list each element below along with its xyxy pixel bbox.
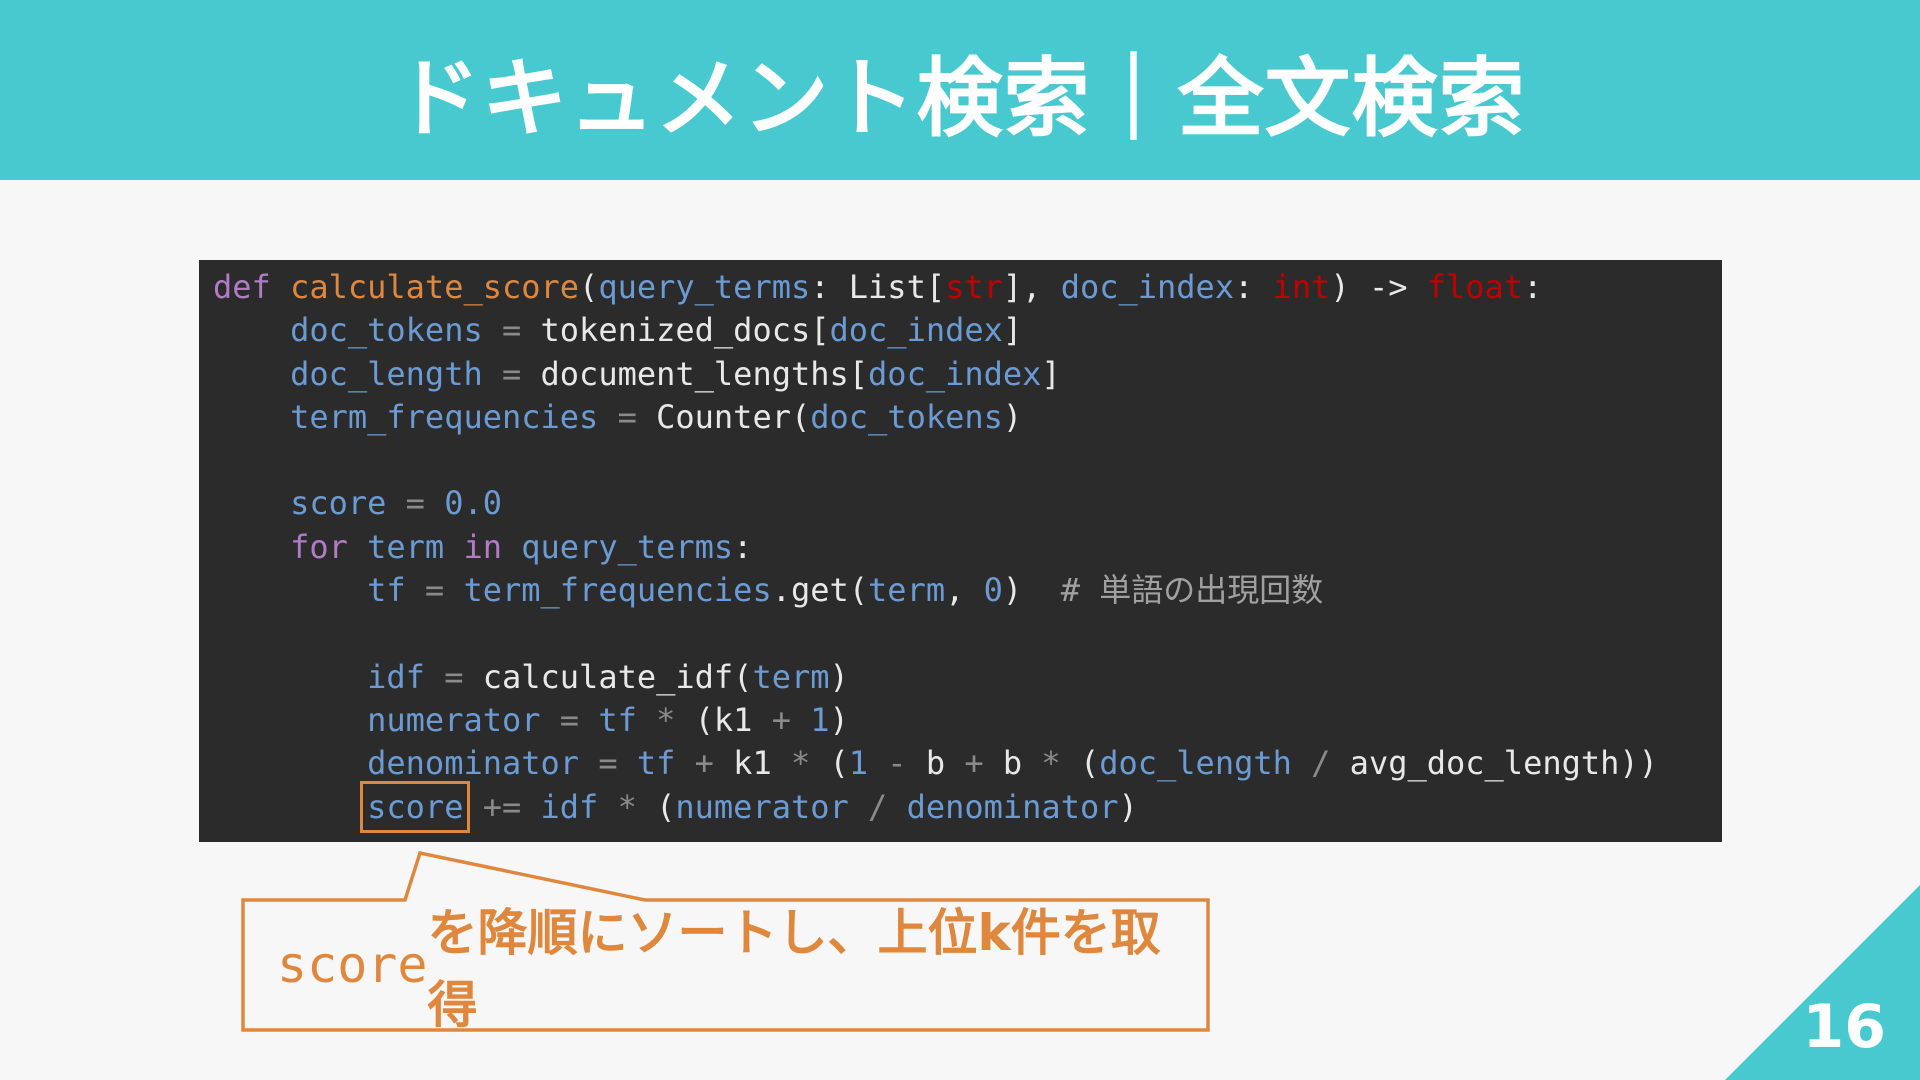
code-line: term_frequencies = Counter(doc_tokens) [290, 397, 1023, 436]
code-line: doc_length = document_lengths[doc_index] [290, 354, 1061, 393]
code-line: numerator = tf * (k1 + 1) [367, 700, 849, 739]
code-line: for term in query_terms: [290, 527, 753, 566]
code-line: denominator = tf + k1 * (1 - b + b * (do… [367, 744, 1658, 783]
code-line: def calculate_score(query_terms: List[st… [213, 268, 1543, 306]
slide-header: ドキュメント検索｜全文検索 [0, 0, 1920, 180]
page-number: 16 [1802, 992, 1887, 1062]
code-line: score += idf * (numerator / denominator) [360, 780, 1138, 833]
slide-title: ドキュメント検索｜全文検索 [394, 48, 1526, 149]
highlighted-score-token: score [360, 780, 471, 833]
callout-description: を降順にソートし、上位k件を取得 [427, 904, 1161, 1034]
code-line: score = 0.0 [290, 484, 502, 523]
callout-text: score を降順にソートし、上位k件を取得 [243, 900, 1208, 1034]
code-line: tf = term_frequencies.get(term, 0) # 単語の… [367, 571, 1324, 610]
code-line: idf = calculate_idf(term) [367, 657, 849, 696]
callout-code-term: score [277, 936, 428, 994]
code-line: doc_tokens = tokenized_docs[doc_index] [290, 311, 1023, 350]
code-block: def calculate_score(query_terms: List[st… [199, 260, 1722, 842]
